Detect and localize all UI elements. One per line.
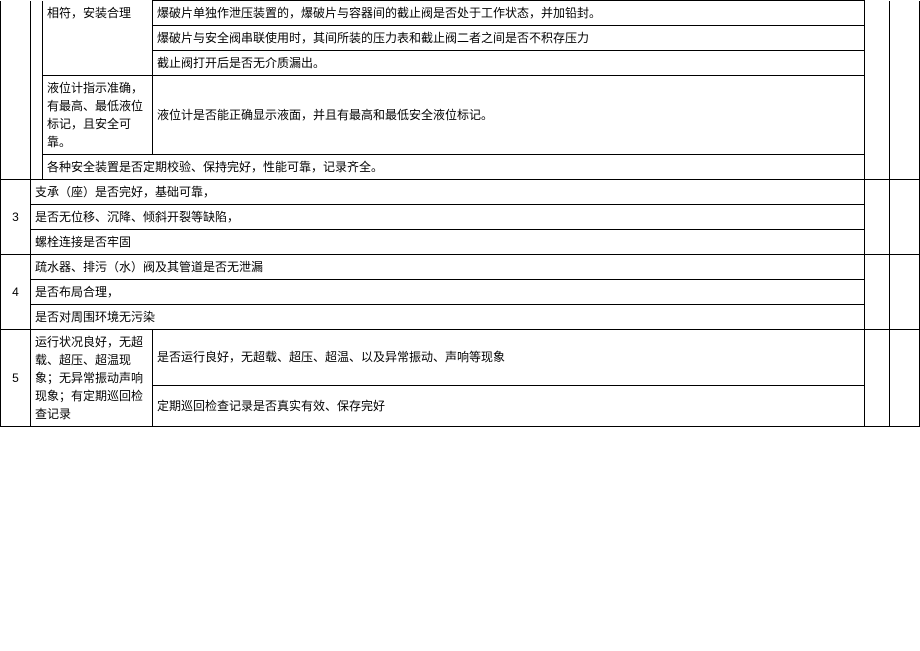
cell-line: 是否布局合理，	[31, 280, 865, 305]
cell-num-empty	[1, 51, 31, 76]
cell-detail: 截止阀打开后是否无介质漏出。	[153, 51, 865, 76]
cell-r1	[865, 51, 890, 76]
cell-detail: 爆破片与安全阀串联使用时，其间所装的压力表和截止阀二者之间是否不积存压力	[153, 26, 865, 51]
cell-line: 螺栓连接是否牢固	[31, 230, 865, 255]
cell-empty	[31, 1, 43, 26]
inspection-table-wrap: 相符，安装合理 爆破片单独作泄压装置的，爆破片与容器间的截止阀是否处于工作状态，…	[0, 0, 920, 427]
cell-r1	[865, 26, 890, 51]
cell-r2	[890, 255, 920, 330]
cell-detail: 各种安全装置是否定期校验、保持完好，性能可靠，记录齐全。	[43, 155, 865, 180]
cell-r1	[865, 255, 890, 330]
table-row: 是否对周围环境无污染	[1, 305, 920, 330]
table-row: 3 支承（座）是否完好，基础可靠，	[1, 180, 920, 205]
cell-num: 3	[1, 180, 31, 255]
cell-num: 4	[1, 255, 31, 330]
table-row: 4 疏水器、排污（水）阀及其管道是否无泄漏	[1, 255, 920, 280]
cell-detail: 液位计是否能正确显示液面，并且有最高和最低安全液位标记。	[153, 76, 865, 155]
cell-line: 是否对周围环境无污染	[31, 305, 865, 330]
table-row: 相符，安装合理 爆破片单独作泄压装置的，爆破片与容器间的截止阀是否处于工作状态，…	[1, 1, 920, 26]
cell-r1	[865, 330, 890, 427]
cell-num-empty	[1, 76, 31, 155]
table-row: 截止阀打开后是否无介质漏出。	[1, 51, 920, 76]
table-row: 各种安全装置是否定期校验、保持完好，性能可靠，记录齐全。	[1, 155, 920, 180]
cell-empty	[31, 155, 43, 180]
cell-desc-cont	[43, 51, 153, 76]
cell-r1	[865, 76, 890, 155]
cell-desc: 运行状况良好，无超载、超压、超温现象；无异常振动声响现象；有定期巡回检查记录	[31, 330, 153, 427]
table-row: 5 运行状况良好，无超载、超压、超温现象；无异常振动声响现象；有定期巡回检查记录…	[1, 330, 920, 386]
table-row: 是否无位移、沉降、倾斜开裂等缺陷，	[1, 205, 920, 230]
cell-num-empty	[1, 155, 31, 180]
cell-num-empty	[1, 1, 31, 26]
cell-detail: 爆破片单独作泄压装置的，爆破片与容器间的截止阀是否处于工作状态，并加铅封。	[153, 1, 865, 26]
cell-line: 疏水器、排污（水）阀及其管道是否无泄漏	[31, 255, 865, 280]
cell-line: 是否无位移、沉降、倾斜开裂等缺陷，	[31, 205, 865, 230]
cell-empty	[31, 26, 43, 51]
cell-line: 支承（座）是否完好，基础可靠，	[31, 180, 865, 205]
cell-r2	[890, 51, 920, 76]
cell-r2	[890, 330, 920, 427]
cell-desc: 液位计指示准确，有最高、最低液位标记，且安全可靠。	[43, 76, 153, 155]
cell-desc: 相符，安装合理	[43, 1, 153, 26]
table-row: 液位计指示准确，有最高、最低液位标记，且安全可靠。 液位计是否能正确显示液面，并…	[1, 76, 920, 155]
table-row: 爆破片与安全阀串联使用时，其间所装的压力表和截止阀二者之间是否不积存压力	[1, 26, 920, 51]
cell-r2	[890, 26, 920, 51]
cell-r1	[865, 1, 890, 26]
table-row: 是否布局合理，	[1, 280, 920, 305]
cell-empty	[31, 51, 43, 76]
cell-r2	[890, 155, 920, 180]
cell-detail: 是否运行良好，无超载、超压、超温、以及异常振动、声响等现象	[153, 330, 865, 386]
cell-num: 5	[1, 330, 31, 427]
cell-empty	[31, 76, 43, 155]
cell-r2	[890, 1, 920, 26]
table-row: 螺栓连接是否牢固	[1, 230, 920, 255]
cell-r2	[890, 76, 920, 155]
cell-desc-cont	[43, 26, 153, 51]
cell-r1	[865, 155, 890, 180]
cell-num-empty	[1, 26, 31, 51]
cell-detail: 定期巡回检查记录是否真实有效、保存完好	[153, 385, 865, 426]
cell-r1	[865, 180, 890, 255]
inspection-table: 相符，安装合理 爆破片单独作泄压装置的，爆破片与容器间的截止阀是否处于工作状态，…	[0, 0, 920, 427]
cell-r2	[890, 180, 920, 255]
